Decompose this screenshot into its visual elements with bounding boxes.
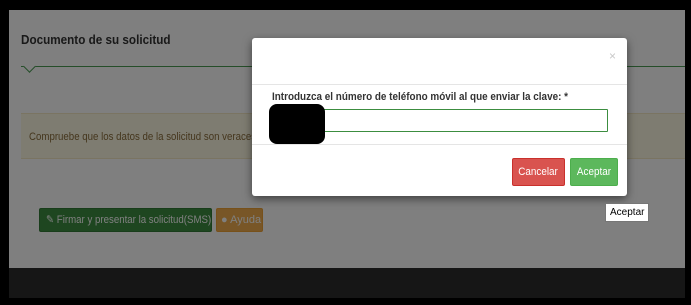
accept-button-label: Aceptar [576, 166, 612, 178]
cancel-button[interactable]: Cancelar [512, 158, 565, 186]
accept-tooltip: Aceptar [605, 203, 650, 222]
close-icon[interactable]: × [609, 50, 616, 62]
screenshot-frame: Documento de su solicitud Compruebe que … [9, 10, 685, 298]
redaction-block [269, 104, 325, 144]
cancel-button-label: Cancelar [518, 166, 559, 178]
accept-button[interactable]: Aceptar [570, 158, 618, 186]
phone-modal: × Introduzca el número de teléfono móvil… [252, 38, 627, 196]
phone-field-label: Introduzca el número de teléfono móvil a… [272, 91, 568, 103]
modal-divider [252, 84, 627, 85]
modal-footer-divider [252, 144, 627, 145]
